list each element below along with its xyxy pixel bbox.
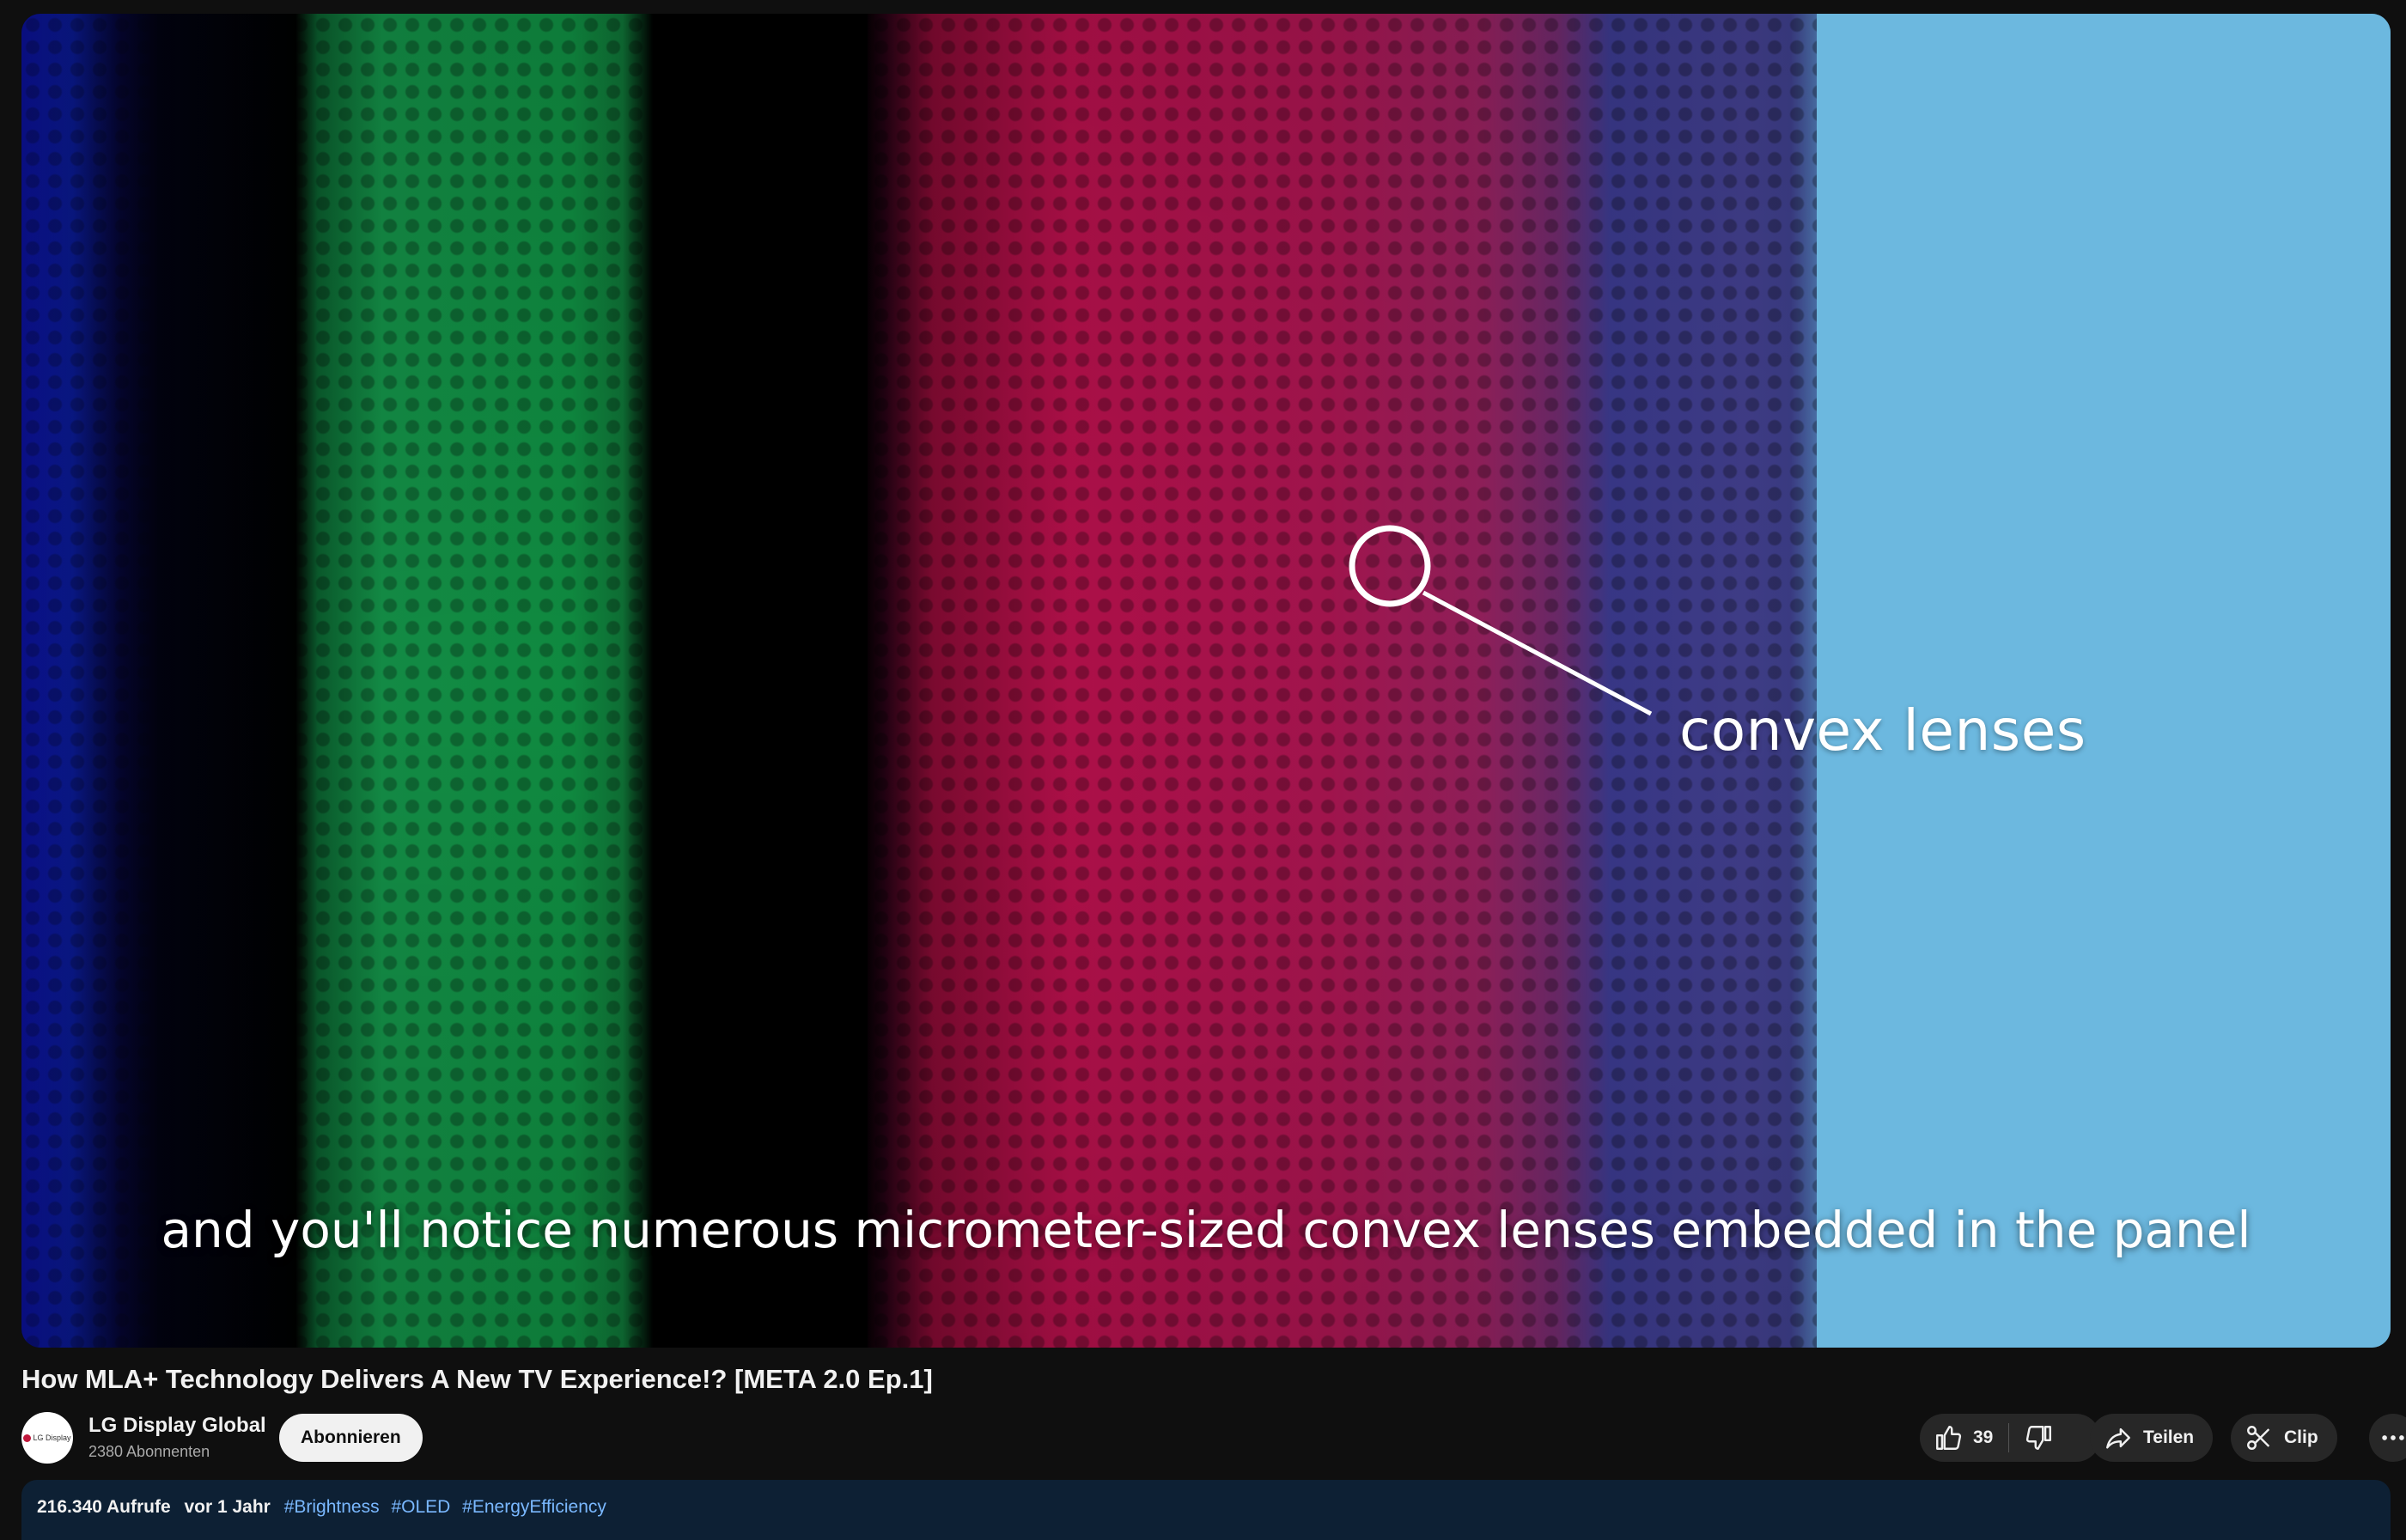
avatar-text: LG Display — [33, 1433, 71, 1442]
callout-pointer — [1349, 525, 1653, 716]
channel-name[interactable]: LG Display Global — [88, 1414, 266, 1438]
view-count: 216.340 Aufrufe — [37, 1497, 171, 1517]
clip-button[interactable]: Clip — [2231, 1414, 2337, 1462]
video-player[interactable]: convex lenses and you'll notice numerous… — [21, 14, 2391, 1348]
subscribe-button[interactable]: Abonnieren — [279, 1414, 423, 1462]
dislike-button[interactable] — [2009, 1414, 2069, 1462]
channel-avatar[interactable]: LG Display — [21, 1412, 73, 1464]
scissors-icon — [2247, 1426, 2270, 1450]
subtitle-caption: and you'll notice numerous micrometer-si… — [161, 1201, 2251, 1259]
description-meta: 216.340 Aufrufe vor 1 Jahr #Brightness #… — [37, 1497, 613, 1518]
video-title: How MLA+ Technology Delivers A New TV Ex… — [21, 1364, 933, 1394]
thumbs-down-icon — [2026, 1426, 2052, 1450]
more-horizontal-icon — [2382, 1435, 2404, 1440]
more-actions-button[interactable] — [2369, 1414, 2406, 1462]
share-arrow-icon — [2106, 1427, 2130, 1449]
share-button[interactable]: Teilen — [2090, 1414, 2214, 1462]
clip-label: Clip — [2284, 1427, 2318, 1447]
like-count: 39 — [1973, 1427, 1994, 1447]
callout-label: convex lenses — [1679, 697, 2086, 764]
logo-dot — [23, 1433, 32, 1442]
subscriber-count: 2380 Abonnenten — [88, 1443, 210, 1460]
hashtag-link[interactable]: #Brightness — [284, 1497, 380, 1517]
like-button[interactable]: 39 — [1920, 1414, 2008, 1462]
like-dislike-group: 39 — [1920, 1414, 2100, 1462]
hashtag-link[interactable]: #OLED — [391, 1497, 450, 1517]
upload-age: vor 1 Jahr — [184, 1497, 271, 1517]
hashtag-link[interactable]: #EnergyEfficiency — [462, 1497, 606, 1517]
owner-row: LG Display LG Display Global 2380 Abonne… — [21, 1409, 2406, 1470]
share-label: Teilen — [2143, 1427, 2195, 1447]
description-box[interactable]: 216.340 Aufrufe vor 1 Jahr #Brightness #… — [21, 1480, 2391, 1540]
thumbs-up-icon — [1936, 1426, 1962, 1450]
